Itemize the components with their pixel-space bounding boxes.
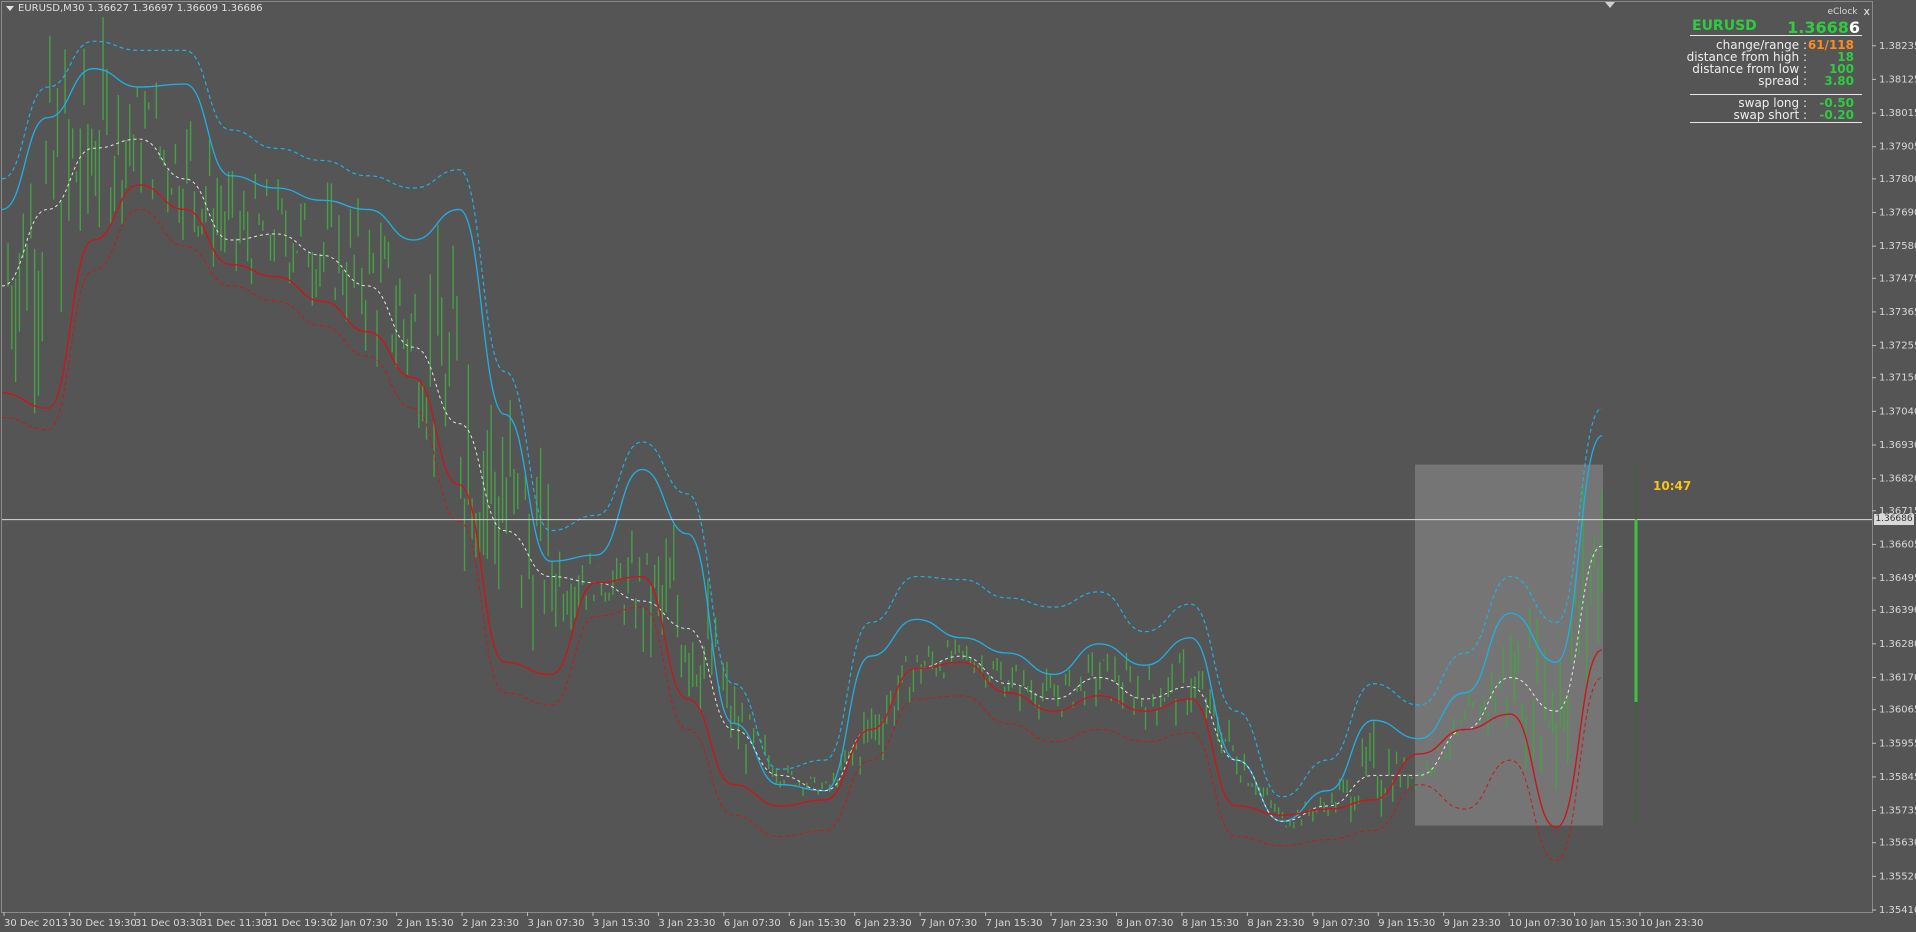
- y-tick-label: 1.35845: [1879, 772, 1916, 783]
- y-tick-label: 1.36495: [1879, 573, 1916, 584]
- eclock-title: eClock: [1827, 6, 1858, 17]
- eclock-row: spread : 3.80: [1690, 75, 1862, 87]
- x-tick-label: 31 Dec 11:30: [200, 918, 267, 929]
- chart-shift-marker[interactable]: [1605, 2, 1615, 8]
- x-tick-label: 2 Jan 23:30: [462, 918, 519, 929]
- bar-timer: 10:47: [1653, 479, 1692, 493]
- x-tick-label: 30 Dec 19:30: [69, 918, 136, 929]
- eclock-row: swap short : -0.20: [1690, 109, 1862, 121]
- x-tick-label: 10 Jan 07:30: [1509, 918, 1572, 929]
- x-tick-label: 6 Jan 23:30: [855, 918, 912, 929]
- x-tick-label: 7 Jan 07:30: [920, 918, 977, 929]
- eclock-title-bar: eClock x: [1827, 5, 1870, 18]
- x-tick-label: 8 Jan 23:30: [1247, 918, 1304, 929]
- close-icon[interactable]: x: [1863, 5, 1870, 18]
- eclock-panel: eClock x EURUSD 1.36686 change/range :61…: [1687, 5, 1870, 125]
- x-tick-label: 10 Jan 23:30: [1640, 918, 1703, 929]
- y-tick-label: 1.37800: [1879, 174, 1916, 185]
- price-chart[interactable]: 1.38235 1.38125 1.38015 1.37905 1.37800 1.376…: [0, 0, 1916, 932]
- y-tick-label: 1.38125: [1879, 74, 1916, 85]
- y-tick-label: 1.35410: [1879, 905, 1916, 916]
- x-tick-label: 3 Jan 07:30: [528, 918, 585, 929]
- x-tick-label: 10 Jan 15:30: [1575, 918, 1638, 929]
- x-tick-label: 9 Jan 15:30: [1378, 918, 1435, 929]
- divider: [1690, 122, 1862, 123]
- band-line-upper-solid: [1, 68, 1603, 822]
- x-tick-label: 3 Jan 15:30: [593, 918, 650, 929]
- x-tick-label: 7 Jan 15:30: [986, 918, 1043, 929]
- x-tick-label: 31 Dec 03:30: [135, 918, 202, 929]
- y-tick-label: 1.37255: [1879, 341, 1916, 352]
- chart-title: EURUSD,M30 1.36627 1.36697 1.36609 1.366…: [6, 3, 263, 14]
- y-tick-label: 1.38235: [1879, 41, 1916, 52]
- x-tick-label: 2 Jan 15:30: [397, 918, 454, 929]
- y-tick-label: 1.37580: [1879, 241, 1916, 252]
- y-tick-label: 1.35955: [1879, 738, 1916, 749]
- divider: [1690, 94, 1862, 95]
- y-tick-label: 1.37150: [1879, 373, 1916, 384]
- y-tick-label: 1.35520: [1879, 871, 1916, 882]
- y-tick-label: 1.36280: [1879, 639, 1916, 650]
- x-tick-label: 9 Jan 23:30: [1444, 918, 1501, 929]
- band-line-lower-solid: [1, 184, 1603, 829]
- eclock-row-value: -0.20: [1819, 108, 1854, 122]
- y-tick-label: 1.38015: [1879, 108, 1916, 119]
- x-tick-label: 2 Jan 07:30: [331, 918, 388, 929]
- y-tick-label: 1.36065: [1879, 705, 1916, 716]
- chart-window[interactable]: 1.38235 1.38125 1.38015 1.37905 1.37800 1.376…: [0, 0, 1916, 932]
- band-line-upper-dashed: [1, 40, 1603, 798]
- y-tick-label: 1.36820: [1879, 474, 1916, 485]
- x-tick-label: 30 Dec 2013: [4, 918, 68, 929]
- y-tick-label: 1.37690: [1879, 207, 1916, 218]
- eclock-row-value: 3.80: [1824, 74, 1854, 88]
- x-tick-label: 31 Dec 19:30: [266, 918, 333, 929]
- x-tick-label: 9 Jan 07:30: [1313, 918, 1370, 929]
- x-tick-label: 6 Jan 07:30: [724, 918, 781, 929]
- y-tick-label: 1.37905: [1879, 142, 1916, 153]
- band-line-mid: [1, 138, 1603, 822]
- y-tick-label: 1.37040: [1879, 406, 1916, 417]
- y-tick-label: 1.36170: [1879, 672, 1916, 683]
- y-tick-label: 1.36390: [1879, 605, 1916, 616]
- y-tick-label: 1.35630: [1879, 838, 1916, 849]
- current-price-tag: 1.36686: [1874, 513, 1914, 525]
- eclock-row-label: spread :: [1758, 74, 1807, 88]
- x-tick-label: 7 Jan 23:30: [1051, 918, 1108, 929]
- x-tick-label: 3 Jan 23:30: [658, 918, 715, 929]
- eclock-symbol: EURUSD: [1692, 18, 1757, 34]
- eclock-row-label: swap short :: [1733, 108, 1807, 122]
- x-tick-label: 6 Jan 15:30: [789, 918, 846, 929]
- divider: [1690, 35, 1862, 36]
- symbol-info-label: EURUSD,M30 1.36627 1.36697 1.36609 1.366…: [18, 3, 263, 14]
- y-tick-label: 1.37365: [1879, 307, 1916, 318]
- x-tick-label: 8 Jan 15:30: [1182, 918, 1239, 929]
- y-tick-label: 1.36605: [1879, 539, 1916, 550]
- x-tick-label: 8 Jan 07:30: [1116, 918, 1173, 929]
- y-tick-label: 1.35735: [1879, 806, 1916, 817]
- dropdown-icon[interactable]: [6, 6, 14, 11]
- y-tick-label: 1.36930: [1879, 440, 1916, 451]
- y-tick-label: 1.37475: [1879, 273, 1916, 284]
